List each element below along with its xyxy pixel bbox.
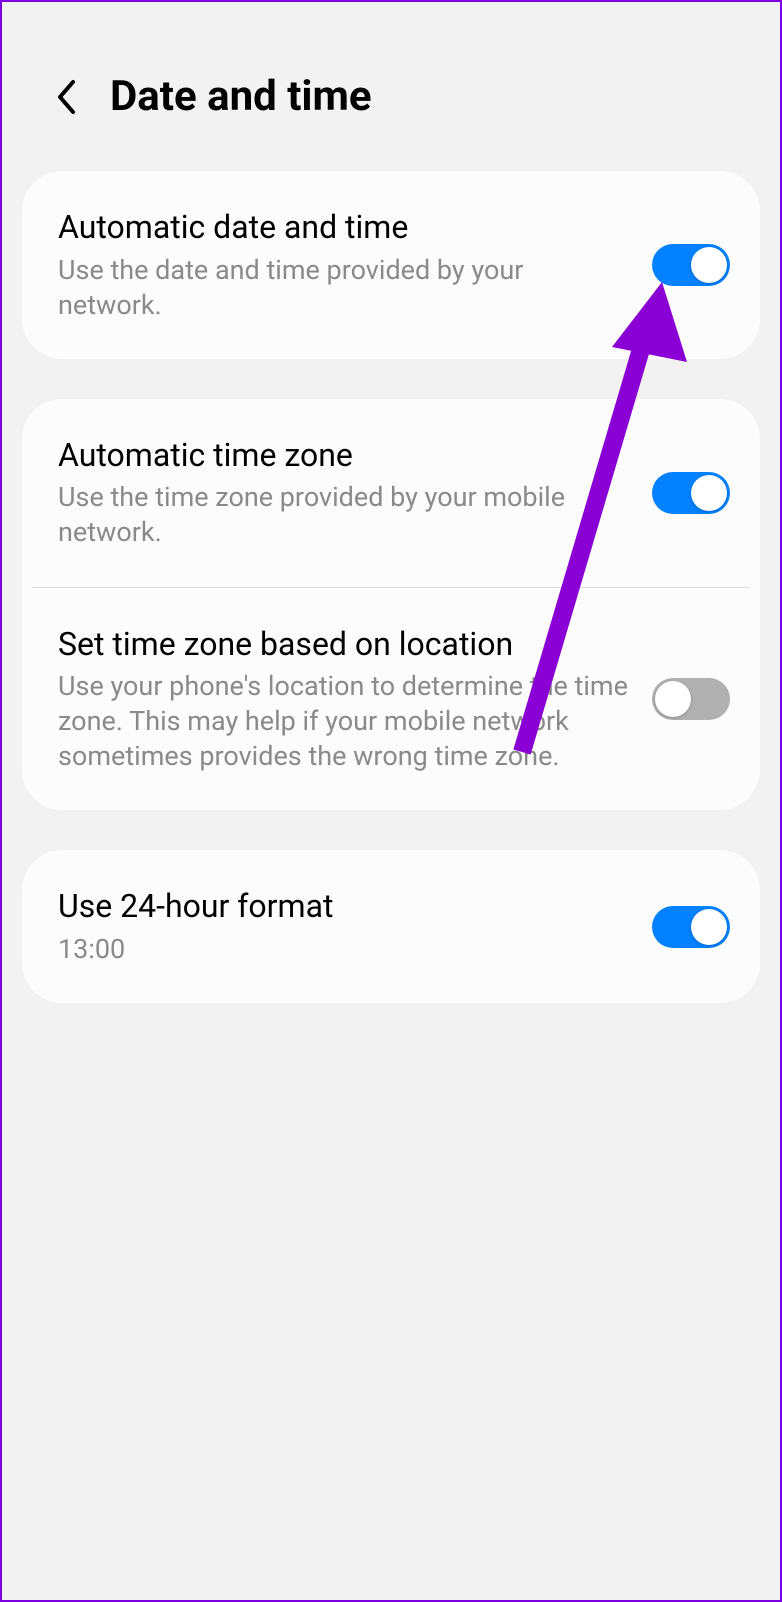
setting-text: Automatic date and time Use the date and… bbox=[58, 207, 632, 323]
header: Date and time bbox=[2, 2, 780, 171]
setting-title: Automatic date and time bbox=[58, 207, 632, 249]
toggle-knob bbox=[691, 247, 727, 283]
setting-text: Automatic time zone Use the time zone pr… bbox=[58, 435, 632, 551]
card-auto-datetime: Automatic date and time Use the date and… bbox=[22, 171, 760, 359]
toggle-auto-date-time[interactable] bbox=[652, 244, 730, 286]
setting-description: Use the time zone provided by your mobil… bbox=[58, 480, 632, 550]
setting-title: Automatic time zone bbox=[58, 435, 632, 477]
page-title: Date and time bbox=[110, 72, 372, 121]
card-24h-format: Use 24-hour format 13:00 bbox=[22, 850, 760, 1003]
toggle-auto-time-zone[interactable] bbox=[652, 472, 730, 514]
toggle-24h-format[interactable] bbox=[652, 906, 730, 948]
setting-text: Set time zone based on location Use your… bbox=[58, 624, 632, 775]
setting-auto-time-zone[interactable]: Automatic time zone Use the time zone pr… bbox=[22, 399, 760, 587]
card-timezone: Automatic time zone Use the time zone pr… bbox=[22, 399, 760, 811]
setting-description: Use your phone's location to determine t… bbox=[58, 669, 632, 774]
setting-description: Use the date and time provided by your n… bbox=[58, 253, 632, 323]
setting-title: Set time zone based on location bbox=[58, 624, 632, 666]
setting-text: Use 24-hour format 13:00 bbox=[58, 886, 632, 967]
toggle-location-time-zone[interactable] bbox=[652, 678, 730, 720]
setting-subtitle: 13:00 bbox=[58, 932, 632, 967]
toggle-knob bbox=[691, 475, 727, 511]
toggle-knob bbox=[655, 681, 691, 717]
setting-title: Use 24-hour format bbox=[58, 886, 632, 928]
setting-24h-format[interactable]: Use 24-hour format 13:00 bbox=[22, 850, 760, 1003]
toggle-knob bbox=[691, 909, 727, 945]
setting-location-time-zone[interactable]: Set time zone based on location Use your… bbox=[22, 588, 760, 811]
back-icon[interactable] bbox=[52, 77, 80, 117]
setting-auto-date-time[interactable]: Automatic date and time Use the date and… bbox=[22, 171, 760, 359]
